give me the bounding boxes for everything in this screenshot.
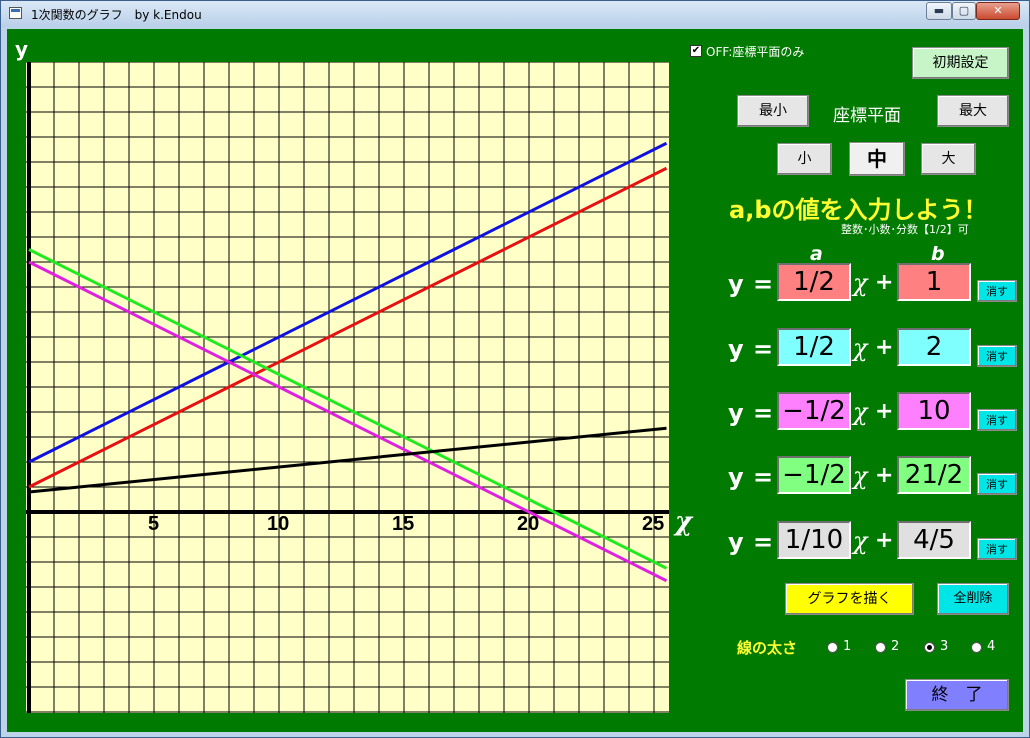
column-a-label: a (810, 243, 823, 265)
equation-plus: + (875, 463, 894, 488)
equation-equals: = (753, 528, 774, 556)
intercept-input-5[interactable]: 4/5 (897, 521, 971, 559)
thickness-radio-label: 2 (891, 639, 900, 654)
minimize-button[interactable]: ▬ (926, 2, 952, 20)
thickness-radio-1[interactable] (827, 642, 838, 653)
equation-x-label: χ (853, 334, 868, 362)
exit-button[interactable]: 終 了 (905, 679, 1009, 711)
equation-equals: = (753, 270, 774, 298)
app-window: 1次関数のグラフ by k.Endou ▬ ▢ ✕ y 5 10 15 20 25 χ … (0, 0, 1030, 738)
series-line-3 (28, 260, 668, 583)
x-tick-label: 25 (642, 513, 665, 535)
title-bar[interactable]: 1次関数のグラフ by k.Endou ▬ ▢ ✕ (1, 1, 1029, 27)
plane-label: 座標平面 (833, 106, 901, 126)
intercept-input-2[interactable]: 2 (897, 328, 971, 366)
equation-plus: + (875, 399, 894, 424)
equation-equals: = (753, 463, 774, 491)
x-tick-label: 5 (148, 513, 160, 535)
clear-row-button-5[interactable]: 消す (977, 538, 1017, 560)
thickness-radio-label: 1 (843, 639, 852, 654)
equation-x-label: χ (853, 269, 868, 297)
equation-equals: = (753, 399, 774, 427)
slope-input-1[interactable]: 1/2 (777, 263, 851, 301)
clear-row-button-2[interactable]: 消す (977, 345, 1017, 367)
equation-plus: + (875, 335, 894, 360)
clear-row-button-3[interactable]: 消す (977, 409, 1017, 431)
input-heading: a,bの値を入力しよう！ (729, 196, 988, 224)
equation-x-label: χ (853, 398, 868, 426)
slope-input-2[interactable]: 1/2 (777, 328, 851, 366)
column-b-label: b (931, 243, 945, 265)
intercept-input-1[interactable]: 1 (897, 263, 971, 301)
coordinate-plane (26, 62, 669, 713)
equation-equals: = (753, 335, 774, 363)
series-line-4 (28, 248, 668, 570)
slope-input-5[interactable]: 1/10 (777, 521, 851, 559)
x-tick-label: 15 (392, 513, 415, 535)
slope-input-3[interactable]: −1/2 (777, 392, 851, 430)
x-tick-label: 10 (267, 513, 290, 535)
equation-plus: + (875, 270, 894, 295)
intercept-input-3[interactable]: 10 (897, 392, 971, 430)
x-axis-label: χ (675, 507, 693, 537)
clear-row-button-1[interactable]: 消す (977, 280, 1017, 302)
graph-svg (26, 62, 669, 713)
size-large-button[interactable]: 大 (921, 143, 976, 175)
thickness-radio-label: 3 (940, 639, 949, 654)
app-icon (9, 7, 22, 19)
input-subheading: 整数･小数･分数【1/2】可 (841, 223, 969, 236)
x-tick-label: 20 (517, 513, 540, 535)
maximize-button[interactable]: ▢ (952, 2, 976, 20)
window-title: 1次関数のグラフ by k.Endou (31, 8, 202, 22)
plane-max-button[interactable]: 最大 (937, 95, 1009, 127)
y-axis-label: y (15, 37, 29, 61)
slope-input-4[interactable]: −1/2 (777, 456, 851, 494)
thickness-radio-4[interactable] (971, 642, 982, 653)
close-button[interactable]: ✕ (976, 2, 1020, 20)
draw-graph-button[interactable]: グラフを描く (785, 583, 914, 615)
equation-x-label: χ (853, 527, 868, 555)
thickness-radio-3[interactable] (924, 642, 935, 653)
equation-y-label: y (728, 270, 744, 298)
thickness-radio-2[interactable] (875, 642, 886, 653)
equation-y-label: y (728, 399, 744, 427)
equation-x-label: χ (853, 462, 868, 490)
plane-min-button[interactable]: 最小 (737, 95, 809, 127)
clear-row-button-4[interactable]: 消す (977, 473, 1017, 495)
equation-y-label: y (728, 463, 744, 491)
equation-y-label: y (728, 335, 744, 363)
equation-plus: + (875, 528, 894, 553)
series-line-2 (28, 141, 668, 464)
grid-only-checkbox[interactable]: ✔ (690, 45, 702, 57)
reset-button[interactable]: 初期設定 (912, 47, 1009, 79)
intercept-input-4[interactable]: 21/2 (897, 456, 971, 494)
equation-y-label: y (728, 528, 744, 556)
thickness-label: 線の太さ (737, 639, 798, 657)
grid-only-checkbox-label: OFF:座標平面のみ (706, 45, 805, 59)
thickness-radio-label: 4 (987, 639, 996, 654)
size-medium-button[interactable]: 中 (849, 142, 905, 176)
size-small-button[interactable]: 小 (777, 143, 832, 175)
clear-all-button[interactable]: 全削除 (937, 583, 1009, 615)
